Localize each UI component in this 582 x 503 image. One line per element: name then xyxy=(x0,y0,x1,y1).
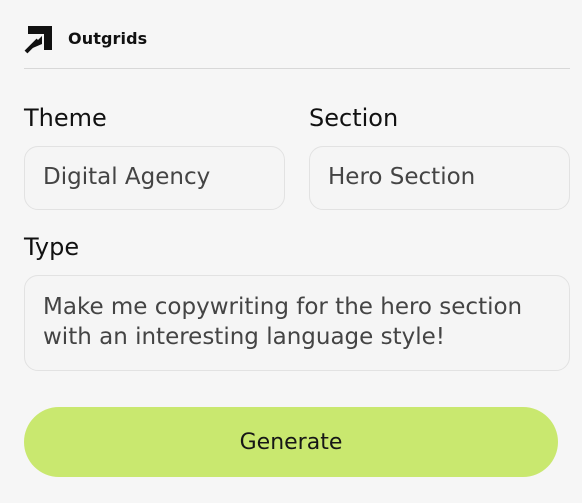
header: Outgrids xyxy=(24,22,147,56)
outgrids-logo-icon xyxy=(24,26,52,54)
section-input[interactable]: Hero Section xyxy=(309,146,570,210)
section-input-value: Hero Section xyxy=(328,164,476,191)
brand-name: Outgrids xyxy=(68,29,148,48)
type-textarea-value: Make me copywriting for the hero section… xyxy=(43,294,523,350)
theme-input-value: Digital Agency xyxy=(43,164,211,191)
theme-input[interactable]: Digital Agency xyxy=(24,146,285,210)
type-textarea[interactable]: Make me copywriting for the hero section… xyxy=(24,275,570,371)
section-label: Section xyxy=(309,104,399,132)
header-divider xyxy=(24,68,570,69)
copy-generator-panel: Outgrids Theme Digital Agency Section He… xyxy=(0,0,582,503)
type-label: Type xyxy=(24,233,80,261)
generate-button[interactable]: Generate xyxy=(24,407,558,477)
theme-label: Theme xyxy=(24,104,107,132)
